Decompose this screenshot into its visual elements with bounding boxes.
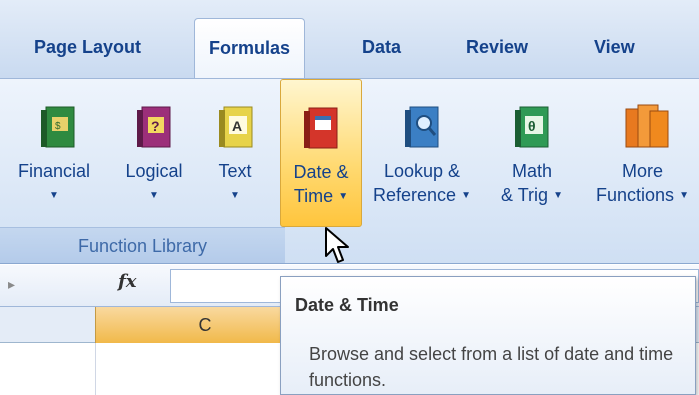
financial-button[interactable]: $ Financial ▼: [0, 79, 108, 227]
insert-function-icon[interactable]: fx: [118, 271, 136, 292]
dropdown-arrow-icon: ▼: [230, 190, 240, 202]
date-time-book-icon: [304, 107, 338, 149]
more-functions-books-icon: [625, 104, 669, 148]
tab-formulas[interactable]: Formulas: [194, 18, 306, 80]
tooltip-body: Browse and select from a list of date an…: [309, 344, 674, 390]
dropdown-arrow-icon: ▼: [553, 190, 563, 202]
mouse-cursor-icon: [325, 227, 349, 263]
text-label: Text ▼: [200, 159, 270, 208]
math-trig-label: Math & Trig ▼: [482, 159, 582, 208]
date-time-label: Date & Time ▼: [281, 160, 361, 209]
dropdown-arrow-icon: ▼: [49, 190, 59, 202]
math-book-icon: θ: [515, 106, 549, 148]
date-time-tooltip: Date & Time Browse and select from a lis…: [280, 276, 696, 395]
math-trig-button[interactable]: θ Math & Trig ▼: [482, 79, 582, 227]
text-book-icon: A: [219, 106, 253, 148]
function-library-group-label: Function Library: [0, 227, 285, 263]
financial-book-icon: $: [41, 106, 75, 148]
tab-data[interactable]: Data: [362, 32, 401, 62]
financial-label: Financial ▼: [0, 159, 108, 208]
dropdown-arrow-icon: ▼: [338, 191, 349, 203]
logical-button[interactable]: ? Logical ▼: [108, 79, 200, 227]
tab-page-layout[interactable]: Page Layout: [34, 32, 141, 62]
svg-text:?: ?: [151, 118, 160, 134]
tooltip-title: Date & Time: [295, 295, 399, 315]
svg-text:A: A: [232, 118, 242, 134]
text-button[interactable]: A Text ▼: [200, 79, 270, 227]
lookup-reference-button[interactable]: Lookup & Reference ▼: [366, 79, 478, 227]
more-functions-label: More Functions ▼: [586, 159, 699, 208]
logical-label: Logical ▼: [108, 159, 200, 208]
dropdown-arrow-icon: ▼: [461, 190, 471, 202]
lookup-book-icon: [405, 106, 439, 148]
tab-view[interactable]: View: [594, 32, 635, 62]
lookup-reference-label: Lookup & Reference ▼: [366, 159, 478, 208]
logical-book-icon: ?: [137, 106, 171, 148]
name-box[interactable]: ▸: [0, 269, 100, 303]
dropdown-arrow-icon: ▼: [679, 190, 689, 202]
date-time-button[interactable]: Date & Time ▼: [280, 79, 362, 227]
grid-line: [95, 343, 96, 395]
tab-review[interactable]: Review: [466, 32, 528, 62]
svg-text:θ: θ: [528, 118, 536, 134]
more-functions-button[interactable]: More Functions ▼: [586, 79, 699, 227]
svg-text:$: $: [55, 121, 61, 132]
ribbon-tab-strip: Page Layout Formulas Data Review View: [0, 0, 699, 80]
dropdown-arrow-icon: ▼: [149, 190, 159, 202]
